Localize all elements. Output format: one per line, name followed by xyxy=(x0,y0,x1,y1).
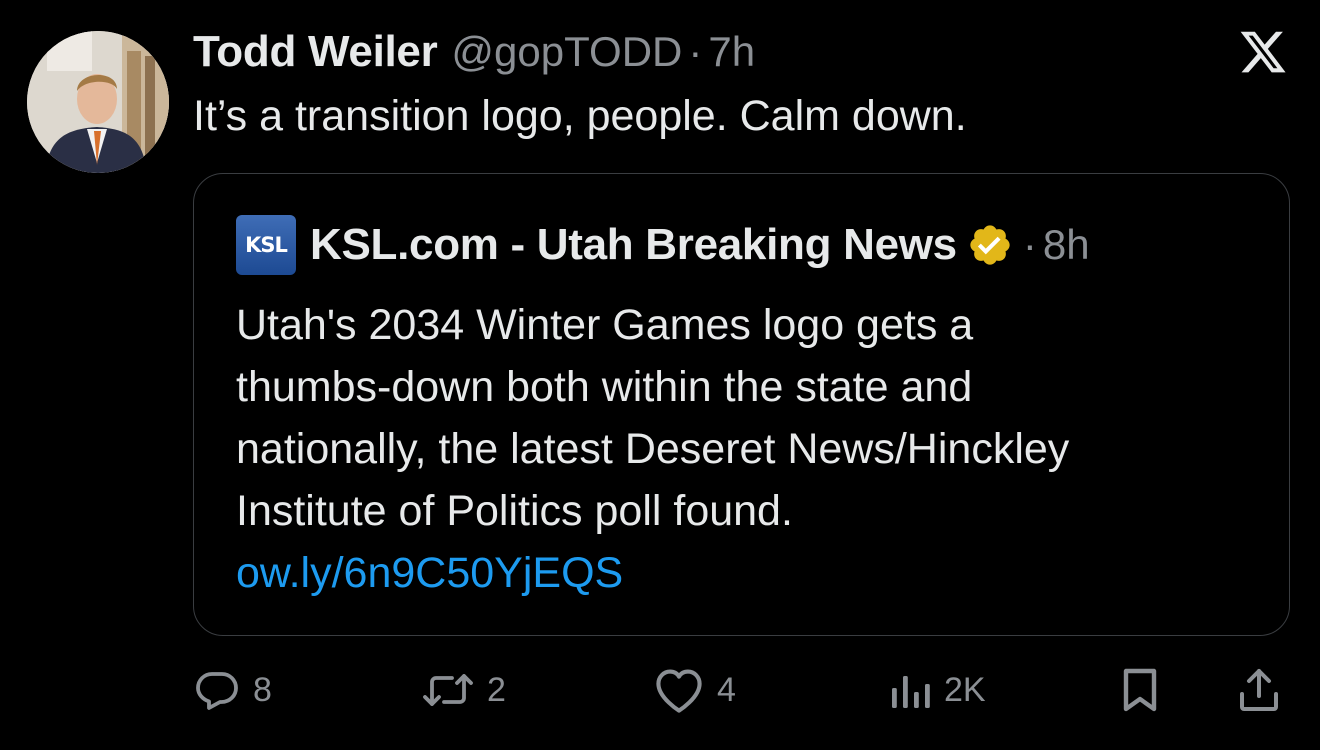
views-button[interactable]: 2K xyxy=(888,660,986,720)
views-icon xyxy=(888,666,932,714)
quoted-tweet-text: Utah's 2034 Winter Games logo gets a thu… xyxy=(236,294,1246,604)
repost-count: 2 xyxy=(487,670,506,709)
quoted-tweet-card[interactable]: KSL KSL.com - Utah Breaking News · 8h Ut… xyxy=(193,173,1290,636)
repost-icon xyxy=(421,666,475,714)
tweet-actions-bar: 8 2 4 2K xyxy=(193,660,1293,720)
tweet[interactable]: Todd Weiler @gopTODD · 7h It’s a transit… xyxy=(0,0,1320,750)
quoted-tweet-link[interactable]: ow.ly/6n9C50YjEQS xyxy=(236,542,1246,604)
reply-icon xyxy=(193,666,241,714)
bookmark-button[interactable] xyxy=(1118,660,1162,720)
verified-badge-icon xyxy=(967,222,1013,268)
share-button[interactable] xyxy=(1236,660,1282,720)
x-logo-icon[interactable] xyxy=(1238,27,1288,77)
quoted-avatar-logo-text: KSL xyxy=(245,233,288,257)
bookmark-icon xyxy=(1118,666,1162,714)
quoted-text-line: thumbs-down both within the state and xyxy=(236,363,973,411)
author-handle[interactable]: @gopTODD xyxy=(451,28,682,76)
view-count: 2K xyxy=(944,670,986,709)
reply-button[interactable]: 8 xyxy=(193,660,272,720)
tweet-timestamp[interactable]: 7h xyxy=(708,28,755,76)
reply-count: 8 xyxy=(253,670,272,709)
tweet-text: It’s a transition logo, people. Calm dow… xyxy=(193,92,967,140)
quoted-text-line: Institute of Politics poll found. xyxy=(236,487,793,535)
quoted-text-line: nationally, the latest Deseret News/Hinc… xyxy=(236,425,1070,473)
separator-dot: · xyxy=(688,28,703,75)
quoted-author-name[interactable]: KSL.com - Utah Breaking News xyxy=(310,220,957,270)
quoted-text-line: Utah's 2034 Winter Games logo gets a xyxy=(236,301,974,349)
like-count: 4 xyxy=(717,670,736,709)
quoted-author-avatar[interactable]: KSL xyxy=(236,215,296,275)
quoted-tweet-timestamp[interactable]: 8h xyxy=(1043,221,1090,269)
like-button[interactable]: 4 xyxy=(653,660,736,720)
author-name[interactable]: Todd Weiler xyxy=(193,27,438,77)
separator-dot: · xyxy=(1022,221,1037,268)
author-avatar[interactable] xyxy=(27,31,169,173)
quoted-tweet-header: KSL KSL.com - Utah Breaking News · 8h xyxy=(236,214,1090,276)
share-icon xyxy=(1236,666,1282,714)
repost-button[interactable]: 2 xyxy=(421,660,506,720)
tweet-header: Todd Weiler @gopTODD · 7h xyxy=(193,27,755,83)
like-icon xyxy=(653,666,705,714)
